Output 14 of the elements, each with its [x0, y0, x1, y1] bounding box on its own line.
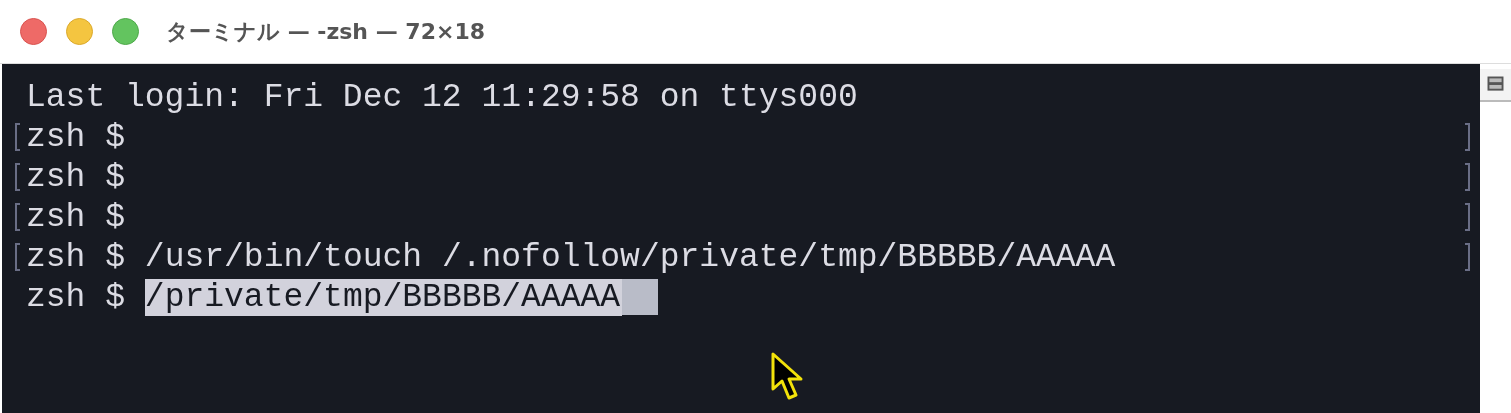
- selected-command-text: /private/tmp/BBBBB/AAAAA: [144, 278, 623, 316]
- output-text: Last login: Fri Dec 12 11:29:58 on ttys000: [26, 78, 858, 116]
- command-text: /usr/bin/touch /.nofollow/private/tmp/BBBBB/AAAAA: [144, 238, 1116, 276]
- prompt-text: zsh $: [26, 158, 126, 196]
- close-button[interactable]: [20, 18, 47, 45]
- split-pane-button[interactable]: [1480, 69, 1511, 102]
- zoom-button[interactable]: [112, 18, 139, 45]
- prompt-text: zsh $: [26, 198, 126, 236]
- prompt-text: zsh $: [26, 278, 126, 316]
- prompt-text: zsh $: [26, 238, 126, 276]
- window-title: ターミナル — -zsh — 72×18: [166, 17, 485, 46]
- mouse-pointer-icon: [771, 352, 803, 400]
- prompt-text: zsh $: [26, 118, 126, 156]
- minimize-button[interactable]: [66, 18, 93, 45]
